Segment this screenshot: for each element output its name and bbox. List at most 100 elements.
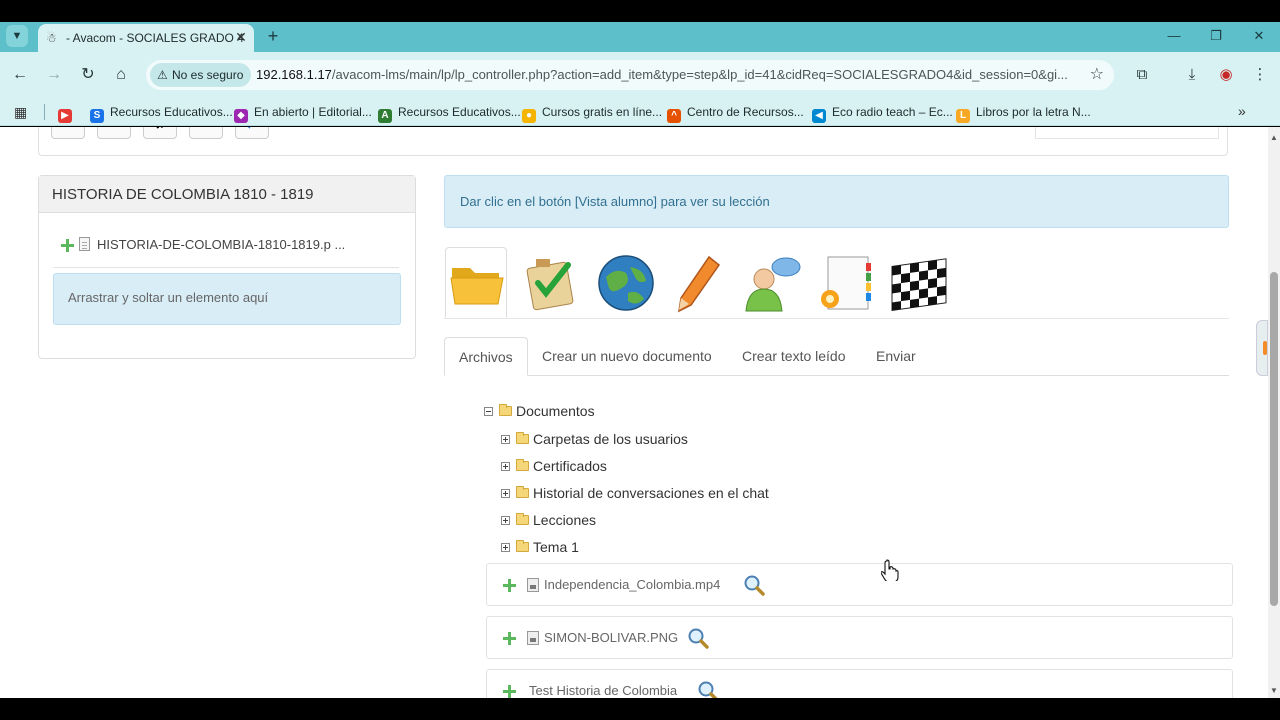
bookmark-1[interactable]: ◆ En abierto | Editorial...: [234, 103, 372, 123]
security-label: No es seguro: [172, 68, 244, 82]
folder-icon: [516, 540, 529, 552]
bookmark-favicon-icon: ◀: [812, 109, 826, 123]
quiz-icon[interactable]: [522, 253, 584, 313]
preview-magnifier-icon[interactable]: [743, 574, 765, 596]
expand-icon[interactable]: [501, 462, 510, 471]
tab-enviar[interactable]: Enviar: [862, 337, 930, 376]
info-alert: Dar clic en el botón [Vista alumno] para…: [444, 175, 1229, 228]
add-plus-icon[interactable]: [503, 632, 516, 645]
expand-icon[interactable]: [501, 543, 510, 552]
document-icon[interactable]: [816, 253, 878, 313]
tree-root-label: Documentos: [516, 403, 595, 419]
apps-grid-icon[interactable]: ▦: [14, 103, 32, 121]
bookmark-4[interactable]: ^ Centro de Recursos...: [667, 103, 804, 123]
address-bar[interactable]: ⚠ No es seguro 192.168.1.17/avacom-lms/m…: [146, 60, 1114, 90]
folder-icon: [499, 404, 512, 416]
expand-icon[interactable]: [501, 435, 510, 444]
add-plus-icon[interactable]: [61, 239, 74, 252]
edit-settings-icon[interactable]: ✎: [97, 127, 131, 139]
profile-avatar-icon[interactable]: ◉: [1214, 63, 1238, 87]
lesson-item-label: HISTORIA-DE-COLOMBIA-1810-1819.p ...: [97, 237, 346, 252]
forward-icon[interactable]: →: [42, 63, 66, 87]
file-row[interactable]: SIMON-BOLIVAR.PNG: [486, 616, 1233, 659]
preview-magnifier-icon[interactable]: [687, 627, 709, 649]
scroll-up-icon[interactable]: ▲: [1270, 133, 1278, 142]
more-bookmarks-icon[interactable]: »: [1238, 103, 1246, 119]
url-host: 192.168.1.17: [256, 67, 332, 82]
bookmark-3[interactable]: ● Cursos gratis en líne...: [522, 103, 663, 123]
tab-crear-texto-leido[interactable]: Crear texto leído: [728, 337, 860, 376]
tools-icon[interactable]: ✂: [189, 127, 223, 139]
document-icon: [79, 237, 90, 251]
back-icon[interactable]: ←: [8, 63, 32, 87]
security-chip[interactable]: ⚠ No es seguro: [150, 63, 252, 87]
bookmark-label: Libros por la letra N...: [976, 105, 1091, 119]
collapse-icon[interactable]: [484, 407, 493, 416]
menu-kebab-icon[interactable]: ⋮: [1248, 63, 1272, 87]
scrollbar-thumb[interactable]: [1270, 272, 1278, 606]
youtube-bookmark[interactable]: ▶: [58, 103, 78, 123]
tab-search-chevron-icon[interactable]: ▼: [6, 25, 28, 47]
file-row[interactable]: Test Historia de Colombia: [486, 669, 1233, 698]
assignment-icon[interactable]: [669, 253, 731, 313]
audio-icon[interactable]: ♫: [143, 127, 177, 139]
tab-archivos[interactable]: Archivos: [444, 337, 528, 376]
tree-node-label: Historial de conversaciones en el chat: [533, 485, 769, 501]
browser-tab-active[interactable]: ☃ - Avacom - SOCIALES GRADO 4 ✕: [38, 24, 254, 52]
link-icon[interactable]: [596, 253, 658, 313]
new-tab-icon[interactable]: +: [262, 25, 284, 47]
restore-icon[interactable]: ❐: [1202, 25, 1230, 47]
forum-icon[interactable]: [742, 253, 804, 313]
downloads-icon[interactable]: ⤓: [1180, 63, 1204, 87]
reload-icon[interactable]: ↻: [76, 63, 100, 87]
bookmark-favicon-icon: ◆: [234, 109, 248, 123]
bookmark-favicon-icon: S: [90, 109, 104, 123]
hand-cursor-icon: [881, 559, 899, 581]
browser-tab-bar: ▼ ☃ - Avacom - SOCIALES GRADO 4 ✕ + — ❐ …: [0, 22, 1280, 52]
preview-magnifier-icon[interactable]: [697, 680, 719, 698]
file-icon: [527, 578, 539, 592]
close-window-icon[interactable]: ✕: [1245, 25, 1273, 47]
bookmark-favicon-icon: ^: [667, 109, 681, 123]
add-plus-icon[interactable]: [503, 685, 516, 698]
bookmark-0[interactable]: S Recursos Educativos...: [90, 103, 233, 123]
tree-node-label: Certificados: [533, 458, 607, 474]
expand-icon[interactable]: [501, 489, 510, 498]
side-panel-handle[interactable]: [1256, 320, 1268, 376]
file-row[interactable]: Independencia_Colombia.mp4: [486, 563, 1233, 606]
minimize-icon[interactable]: —: [1160, 25, 1188, 47]
home-icon[interactable]: ⌂: [109, 63, 133, 87]
expand-icon[interactable]: [501, 516, 510, 525]
folder-icon: [516, 432, 529, 444]
screen-bottom-bar: [0, 698, 1280, 720]
bookmark-5[interactable]: ◀ Eco radio teach – Ec...: [812, 103, 953, 123]
add-plus-icon[interactable]: [503, 579, 516, 592]
warning-icon: ⚠: [157, 68, 168, 82]
lesson-item[interactable]: HISTORIA-DE-COLOMBIA-1810-1819.p ...: [53, 232, 399, 268]
tab-crear-documento[interactable]: Crear un nuevo documento: [528, 337, 726, 376]
tree-node-label: Carpetas de los usuarios: [533, 431, 688, 447]
folder-icon[interactable]: [445, 247, 507, 318]
folder-icon: [516, 513, 529, 525]
scroll-down-icon[interactable]: ▼: [1270, 686, 1278, 695]
file-icon: [527, 631, 539, 645]
close-tab-icon[interactable]: ✕: [232, 28, 250, 46]
lesson-title: HISTORIA DE COLOMBIA 1810 - 1819: [39, 176, 415, 213]
bookmark-star-icon[interactable]: ☆: [1090, 64, 1104, 84]
bookmarks-bar: ▦ ▶ S Recursos Educativos... ◆ En abierto …: [0, 98, 1280, 126]
drop-zone[interactable]: Arrastrar y soltar un elemento aquí: [53, 273, 401, 325]
url-text[interactable]: 192.168.1.17/avacom-lms/main/lp/lp_contr…: [256, 67, 1076, 82]
top-right-control[interactable]: [1035, 127, 1219, 139]
url-path: /avacom-lms/main/lp/lp_controller.php?ac…: [331, 67, 1068, 82]
extensions-icon[interactable]: ⧉: [1130, 63, 1154, 87]
bookmark-6[interactable]: L Libros por la letra N...: [956, 103, 1091, 123]
bookmark-favicon-icon: A: [378, 109, 392, 123]
final-item-icon[interactable]: [888, 253, 950, 313]
page-viewport: ⇐ ✎ ♫ ✂ ⇄ HISTORIA DE COLOMBIA 1810 - 18…: [0, 127, 1268, 698]
tab-title: - Avacom - SOCIALES GRADO 4: [66, 31, 244, 45]
bookmark-label: Recursos Educativos...: [110, 105, 233, 119]
bookmark-2[interactable]: A Recursos Educativos...: [378, 103, 521, 123]
return-icon[interactable]: ⇐: [51, 127, 85, 139]
bookmark-label: Cursos gratis en líne...: [542, 105, 663, 119]
share-icon[interactable]: ⇄: [235, 127, 269, 139]
